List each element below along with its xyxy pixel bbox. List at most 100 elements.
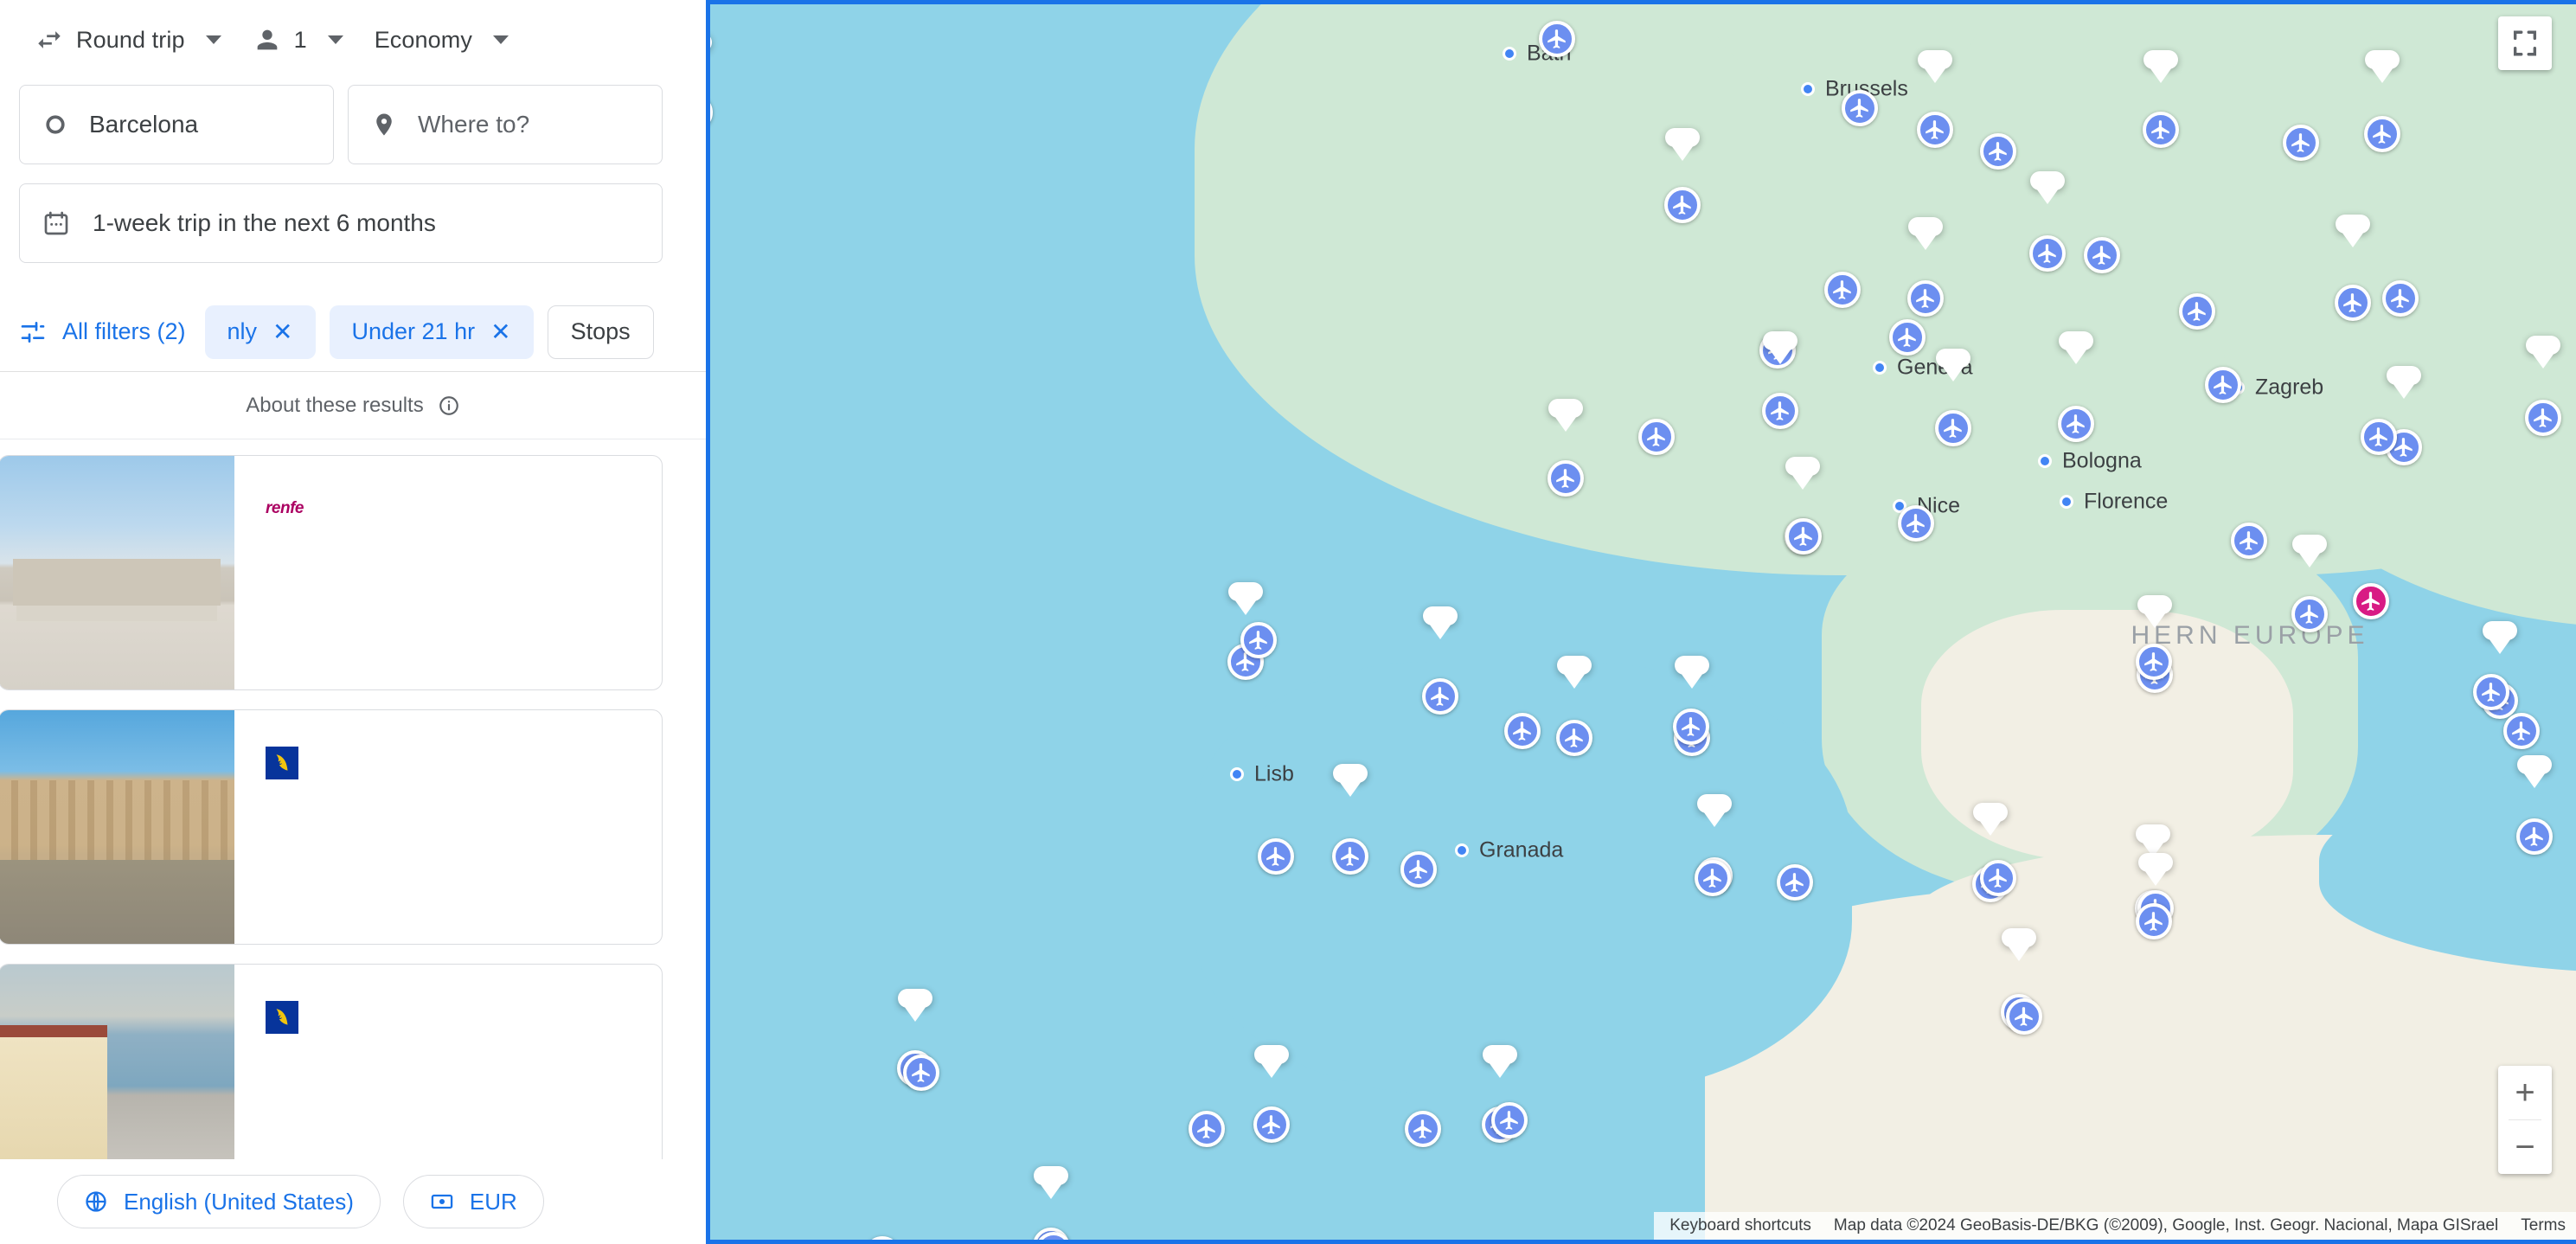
map-airport-pin[interactable] [1332,838,1368,875]
map-airport-pin[interactable] [2143,112,2179,148]
map-airport-pin[interactable] [1762,393,1798,429]
destination-field[interactable]: Where to? [348,85,663,164]
destination-card[interactable] [0,709,663,945]
map-airport-pin[interactable] [1556,720,1592,756]
map-airport-pin[interactable] [1980,133,2016,170]
map-airport-pin[interactable] [1548,460,1584,497]
map-airport-pin[interactable] [1189,1111,1225,1147]
map-price-label[interactable] [2387,366,2421,399]
map-price-label[interactable] [2336,215,2370,247]
map-airport-pin[interactable] [1664,187,1701,223]
all-filters-button[interactable]: All filters (2) [19,318,191,346]
info-icon[interactable] [438,394,460,417]
map-airport-pin[interactable] [1898,505,1934,542]
map-airport-pin[interactable] [1240,622,1277,658]
map-airport-pin[interactable] [1405,1111,1441,1147]
destination-card[interactable]: renfe [0,455,663,690]
map-price-label[interactable] [2138,853,2173,886]
map-price-label[interactable] [2059,331,2093,364]
map-price-label[interactable] [1675,656,1709,689]
map-price-label[interactable] [1665,128,1700,161]
map-airport-pin[interactable] [2283,125,2319,161]
passengers-selector[interactable]: 1 [237,13,359,67]
map-price-label[interactable] [1763,331,1797,364]
cabin-class-selector[interactable]: Economy [359,13,524,67]
trip-type-selector[interactable]: Round trip [19,13,237,67]
map-airport-pin[interactable] [1673,709,1709,745]
map-airport-pin[interactable] [2335,285,2371,321]
map-airport-pin[interactable] [2361,419,2397,455]
map-airport-pin[interactable] [1258,838,1294,875]
map-price-label[interactable] [1973,803,2008,836]
destination-map[interactable]: HERN EUROPE BathBrusselsGenevaNiceBologn… [706,0,2576,1244]
map-price-label[interactable] [1254,1045,1289,1078]
map-airport-pin[interactable] [1889,319,1926,356]
map-airport-pin[interactable] [1917,112,1953,148]
map-price-label[interactable] [1918,50,1952,83]
map-price-label[interactable] [1423,606,1458,639]
map-price-label[interactable] [2526,336,2560,369]
map-airport-pin[interactable] [1422,678,1458,715]
language-button[interactable]: English (United States) [57,1175,381,1228]
map-price-label[interactable] [2143,50,2178,83]
map-airport-pin[interactable] [2364,116,2400,152]
map-airport-pin[interactable] [2231,523,2267,559]
map-airport-pin[interactable] [864,1236,900,1240]
map-price-label[interactable] [2030,171,2065,204]
map-price-label[interactable] [1908,217,1943,250]
map-airport-pin[interactable] [1935,410,1971,446]
map-airport-pin[interactable] [1785,518,1822,555]
map-price-label[interactable] [710,33,712,52]
origin-field[interactable]: Barcelona [19,85,334,164]
map-price-label[interactable] [1483,1045,1517,1078]
map-price-label[interactable] [1228,582,1263,615]
currency-button[interactable]: EUR [402,1175,544,1228]
fullscreen-button[interactable] [2498,16,2552,70]
keyboard-shortcuts-link[interactable]: Keyboard shortcuts [1669,1216,1811,1235]
map-airport-pin[interactable] [1253,1106,1290,1143]
map-price-label[interactable] [1785,457,1820,490]
dates-field[interactable]: 1-week trip in the next 6 months [19,183,663,263]
map-airport-pin[interactable] [2205,367,2241,403]
map-airport-pin[interactable] [1842,90,1878,126]
about-these-results[interactable]: About these results [0,372,706,439]
map-airport-pin[interactable] [1980,860,2016,896]
map-price-label[interactable] [2365,50,2400,83]
map-airport-pin[interactable] [1638,419,1675,455]
map-airport-pin[interactable] [1400,851,1437,888]
terms-link[interactable]: Terms [2521,1216,2566,1235]
map-price-label[interactable] [1548,399,1583,432]
map-price-label[interactable] [1697,794,1732,827]
map-price-label[interactable] [2136,824,2170,857]
origin-marker-barcelona[interactable] [2353,583,2389,619]
map-airport-pin[interactable] [2473,674,2509,710]
map-price-label[interactable] [2517,755,2552,788]
map-price-label[interactable] [1333,764,1368,797]
map-airport-pin[interactable] [1504,713,1541,749]
map-airport-pin[interactable] [1777,864,1813,901]
map-airport-pin[interactable] [2382,280,2419,317]
filter-chip-duration[interactable]: Under 21 hr ✕ [329,305,534,359]
map-airport-pin[interactable] [1695,860,1731,896]
map-airport-pin[interactable] [1491,1102,1528,1138]
map-airport-pin[interactable] [2516,818,2553,855]
map-airport-pin[interactable] [2136,644,2172,680]
map-airport-pin[interactable] [2006,998,2042,1035]
map-airport-pin[interactable] [2084,237,2120,273]
map-price-label[interactable] [2292,535,2327,567]
map-price-label[interactable] [1557,656,1592,689]
map-airport-pin[interactable] [2058,406,2094,442]
map-price-label[interactable] [898,989,932,1022]
map-price-label[interactable] [2137,595,2172,628]
filter-chip-nonstop[interactable]: nly ✕ [204,305,316,359]
map-airport-pin[interactable] [2136,903,2172,939]
map-airport-pin[interactable] [2179,293,2215,330]
map-price-label[interactable] [2483,621,2517,654]
map-airport-pin[interactable] [1539,21,1575,57]
close-icon[interactable]: ✕ [272,319,292,344]
map-price-label[interactable] [1034,1166,1068,1199]
zoom-in-button[interactable]: + [2498,1066,2552,1119]
map-airport-pin[interactable] [1907,280,1944,317]
close-icon[interactable]: ✕ [490,319,510,344]
filter-chip-stops[interactable]: Stops [547,305,654,359]
